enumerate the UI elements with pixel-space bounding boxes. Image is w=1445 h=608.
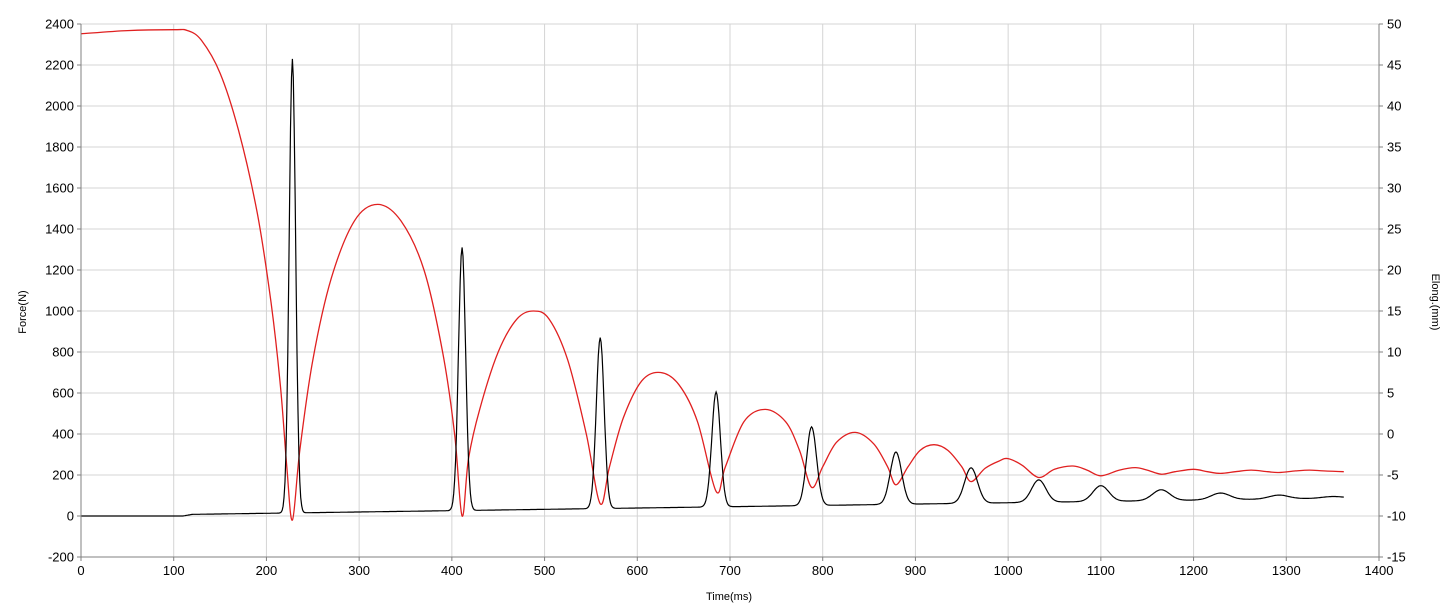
- y-left-tick-label: 2400: [45, 17, 74, 32]
- y-left-tick-label: 2000: [45, 99, 74, 114]
- y-left-tick-label: 1400: [45, 222, 74, 237]
- x-tick-label: 1400: [1365, 563, 1394, 578]
- x-tick-label: 0: [77, 563, 84, 578]
- y-left-tick-label: 1200: [45, 263, 74, 278]
- y-right-tick-label: 15: [1387, 304, 1401, 319]
- y-right-tick-label: 35: [1387, 140, 1401, 155]
- x-tick-label: 1200: [1179, 563, 1208, 578]
- y-right-tick-label: -15: [1387, 550, 1406, 565]
- x-tick-label: 900: [905, 563, 927, 578]
- y-left-axis-title: Force(N): [17, 290, 29, 333]
- y-left-tick-label: 0: [67, 509, 74, 524]
- x-tick-label: 100: [163, 563, 185, 578]
- x-tick-label: 400: [441, 563, 463, 578]
- y-right-tick-label: 5: [1387, 386, 1394, 401]
- x-tick-label: 700: [719, 563, 741, 578]
- y-left-tick-label: 400: [52, 427, 74, 442]
- x-tick-label: 500: [534, 563, 556, 578]
- grid-layer: [80, 23, 1380, 558]
- y-left-tick-label: 2200: [45, 58, 74, 73]
- y-right-tick-label: 30: [1387, 181, 1401, 196]
- y-right-axis-title: Elong.(mm): [1429, 274, 1441, 331]
- x-tick-label: 200: [256, 563, 278, 578]
- y-right-tick-label: 20: [1387, 263, 1401, 278]
- x-tick-label: 1100: [1087, 563, 1115, 578]
- y-left-tick-label: 600: [52, 386, 74, 401]
- y-left-tick-label: 200: [52, 468, 74, 483]
- y-left-tick-label: 1800: [45, 140, 74, 155]
- x-tick-label: 1000: [994, 563, 1023, 578]
- y-left-tick-label: -200: [48, 550, 74, 565]
- y-left-tick-label: 1000: [45, 304, 74, 319]
- x-tick-label: 800: [812, 563, 834, 578]
- y-right-tick-label: -5: [1387, 468, 1399, 483]
- y-right-tick-label: 25: [1387, 222, 1401, 237]
- y-right-tick-label: 40: [1387, 99, 1401, 114]
- x-tick-label: 600: [626, 563, 648, 578]
- force-elongation-chart: Time(ms) Force(N) Elong.(mm) 0 100 200 300 4…: [17, 17, 1441, 604]
- y-left-tick-label: 1600: [45, 181, 74, 196]
- y-right-tick-label: 0: [1387, 427, 1394, 442]
- x-tick-label: 1300: [1272, 563, 1301, 578]
- chart-root: Time(ms) Force(N) Elong.(mm) 0 100 200 300 4…: [0, 0, 1445, 608]
- y-right-tick-label: 45: [1387, 58, 1401, 73]
- y-left-tick-label: 800: [52, 345, 74, 360]
- x-axis-title: Time(ms): [706, 591, 752, 603]
- y-right-tick-label: 50: [1387, 17, 1401, 32]
- x-tick-label: 300: [348, 563, 370, 578]
- y-right-tick-label: 10: [1387, 345, 1401, 360]
- y-right-tick-label: -10: [1387, 509, 1406, 524]
